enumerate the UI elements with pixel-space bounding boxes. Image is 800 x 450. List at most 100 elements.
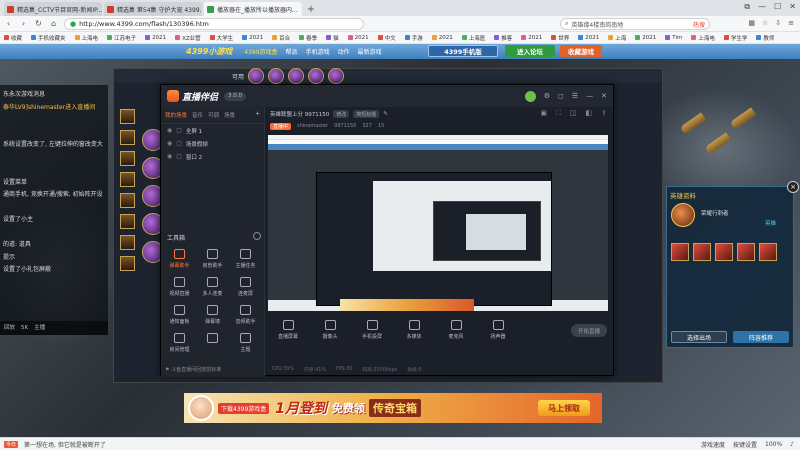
toolbox-item[interactable]: 弹幕墙 <box>196 305 229 325</box>
skill-icon[interactable] <box>715 243 733 261</box>
lock-icon[interactable]: ▢ <box>176 153 182 160</box>
bookmark-item[interactable]: 2021 <box>431 35 453 41</box>
bookmark-item[interactable]: 春季 <box>299 34 317 42</box>
toolbox-item[interactable]: 主题 <box>229 333 262 353</box>
news-ticker[interactable]: 第一想在场, 但它就是被断开了 <box>24 440 106 449</box>
action-item[interactable]: 扬声器 <box>484 320 512 340</box>
layout-icon[interactable]: ◫ <box>570 109 577 118</box>
action-item[interactable]: 多媒体 <box>400 320 428 340</box>
enter-forum-button[interactable]: 进入论坛 <box>505 45 555 57</box>
site-nav-new[interactable]: 最新游戏 <box>358 47 382 56</box>
tab-adjust[interactable]: 可调 <box>208 111 219 119</box>
toolbox-item[interactable]: 连麦屏 <box>229 277 262 297</box>
bookmark-item[interactable]: 上海电 <box>74 34 98 42</box>
toolbox-item[interactable]: 房管助手 <box>196 249 229 269</box>
toolbox-settings-icon[interactable] <box>253 232 261 240</box>
scene-item[interactable]: ◉ ▢ 全屏 1 <box>161 124 264 137</box>
site-logo[interactable]: 4399小游戏 <box>186 46 232 57</box>
bookmark-item[interactable]: 教师 <box>756 34 774 42</box>
bookmark-item[interactable]: 推客 <box>494 34 512 42</box>
browser-tab-3[interactable]: 播放器在_播放所以播放器内... × <box>204 2 302 16</box>
popout-icon[interactable]: ◻ <box>558 92 564 100</box>
scene-item[interactable]: ◉ ▢ 窗口 2 <box>161 150 264 163</box>
chat-footer-item[interactable]: 主播 <box>34 322 45 335</box>
bookmark-item[interactable]: 上海 <box>608 34 626 42</box>
site-nav-clan[interactable]: 帮派 <box>286 47 298 56</box>
toolbox-item[interactable]: 主播任务 <box>229 249 262 269</box>
skill-icon[interactable] <box>759 243 777 261</box>
screenshot-icon[interactable]: ▣ <box>540 109 547 118</box>
hero-slot-icon[interactable] <box>120 235 135 250</box>
ad-claim-button[interactable]: 马上领取 <box>538 400 590 416</box>
user-avatar[interactable] <box>524 90 536 102</box>
toolbox-item[interactable]: 视频直播 <box>163 277 196 297</box>
chat-footer-item[interactable]: 回放 <box>4 322 15 335</box>
bookmark-item[interactable]: 2021 <box>242 35 263 41</box>
skill-icon[interactable] <box>737 243 755 261</box>
bookmark-item[interactable]: 手游 <box>404 34 423 42</box>
select-hero-button[interactable]: 选择出场 <box>671 331 727 343</box>
scene-item[interactable]: ◉ ▢ 场景假帧 <box>161 137 264 150</box>
bookmark-item[interactable]: XZ业管 <box>175 34 201 42</box>
split-icon[interactable]: ◧ <box>586 109 593 118</box>
minimize-icon[interactable]: — <box>586 92 593 100</box>
action-item[interactable]: 摄像头 <box>316 320 344 340</box>
bookmark-item[interactable]: 江苏电子 <box>107 34 136 42</box>
close-icon[interactable]: × <box>787 181 799 193</box>
hero-slot-icon[interactable] <box>120 151 135 166</box>
toolbox-item[interactable] <box>196 333 229 353</box>
hero-slot-icon[interactable] <box>120 109 135 124</box>
bookmark-item[interactable]: 2021 <box>347 35 369 41</box>
site-nav-action[interactable]: 动作 <box>338 47 350 56</box>
hero-portrait-icon[interactable] <box>248 68 265 84</box>
sound-icon[interactable]: ♪ <box>790 441 794 448</box>
favorite-game-button[interactable]: 收藏游戏 <box>560 45 602 57</box>
bookmark-item[interactable]: Tim <box>665 35 682 41</box>
toolbox-item[interactable]: 通知面板 <box>163 305 196 325</box>
tab-music[interactable]: 音乐 <box>192 111 203 119</box>
hero-slot-icon[interactable] <box>120 256 135 271</box>
toolbox-item[interactable]: 弹幕助手 <box>163 249 196 269</box>
close-window-icon[interactable]: ✕ <box>789 2 796 12</box>
hero-portrait-icon[interactable] <box>308 68 325 84</box>
hero-tab[interactable]: 英雄 <box>765 219 776 227</box>
hot-search-label[interactable]: 热搜 <box>693 20 705 29</box>
bookmark-item[interactable]: 大学生 <box>209 34 233 42</box>
browser-tab-1[interactable]: 精选集_CCTV节目官网-新闻IP... × <box>4 2 102 16</box>
zoom-level[interactable]: 100% <box>765 441 782 448</box>
toolbox-item[interactable]: 多人连麦 <box>196 277 229 297</box>
close-icon[interactable]: ✕ <box>601 92 607 100</box>
bookmark-item[interactable]: 2021 <box>521 35 542 41</box>
bookmark-item[interactable]: 上海医 <box>461 34 485 42</box>
hero-portrait-icon[interactable] <box>288 68 305 84</box>
edit-room-button[interactable]: 修改 <box>333 110 350 118</box>
lock-icon[interactable]: ▢ <box>176 127 182 134</box>
chat-footer-item[interactable]: 5K <box>21 322 28 335</box>
close-tab-icon[interactable]: × <box>301 5 302 13</box>
back-icon[interactable]: ‹ <box>4 19 13 28</box>
bookmark-item[interactable]: 猫 <box>326 34 339 42</box>
toolbox-item[interactable]: 音频助手 <box>229 305 262 325</box>
sidebar-footer[interactable]: ⚑ 斗鱼直播间回放前标准 <box>165 366 221 373</box>
bookmark-item[interactable]: 百合 <box>272 34 290 42</box>
edit-icon[interactable]: ✎ <box>383 111 388 117</box>
restore-icon[interactable]: ⧉ <box>744 2 750 12</box>
stream-preview[interactable] <box>268 135 608 311</box>
key-settings-button[interactable]: 按键设置 <box>733 440 757 449</box>
menu-icon[interactable]: ☰ <box>572 92 578 100</box>
action-item[interactable]: 手机投屏 <box>358 320 386 340</box>
url-input[interactable]: ● http://www.4399.com/flash/130396.htm <box>64 17 364 30</box>
maximize-icon[interactable]: ☐ <box>774 2 781 12</box>
short-title-pill[interactable]: 简短标题 <box>353 110 380 118</box>
fullscreen-icon[interactable]: ⛶ <box>556 109 561 118</box>
tab-my-scenes[interactable]: 我的场景 <box>165 111 187 119</box>
tab-scenes[interactable]: 场景 <box>224 111 235 119</box>
download-icon[interactable]: ⇩ <box>775 19 781 27</box>
site-nav-box[interactable]: 4399游戏盒 <box>244 47 277 56</box>
skill-icon[interactable] <box>671 243 689 261</box>
recommend-button[interactable]: 阵容推荐 <box>733 331 789 343</box>
eye-icon[interactable]: ◉ <box>167 140 172 147</box>
hero-slot-icon[interactable] <box>120 214 135 229</box>
bookmark-item[interactable]: 2021 <box>145 35 166 41</box>
bookmark-item[interactable]: 世界 <box>551 34 569 42</box>
